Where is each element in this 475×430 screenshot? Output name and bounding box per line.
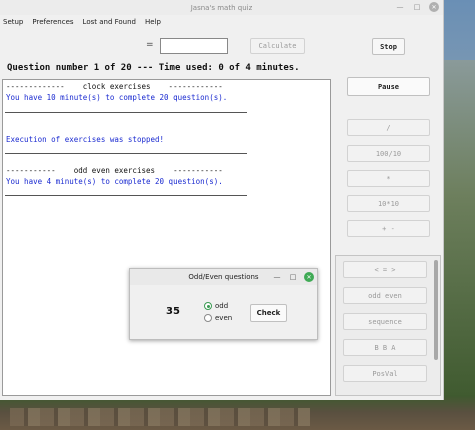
- exercise-panel: < = > odd even sequence B B A PosVal: [335, 255, 441, 396]
- question-number: 35: [166, 306, 180, 317]
- op-button-divide[interactable]: /: [347, 119, 430, 136]
- minimize-icon[interactable]: —: [395, 2, 405, 12]
- dialog-window-controls: — □ ✕: [272, 272, 314, 282]
- op-button-10x10[interactable]: 10*10: [347, 195, 430, 212]
- radio-selected-icon[interactable]: [204, 302, 212, 310]
- op-button-multiply[interactable]: *: [347, 170, 430, 187]
- minimize-icon[interactable]: —: [272, 272, 282, 282]
- radio-even[interactable]: even: [204, 314, 232, 322]
- menu-bar: Setup Preferences Lost and Found Help: [0, 15, 443, 29]
- status-line: Question number 1 of 20 --- Time used: 0…: [7, 63, 300, 73]
- toolbar: = Calculate Stop: [0, 37, 444, 55]
- exercise-bba-button[interactable]: B B A: [343, 339, 427, 356]
- odd-even-dialog: Odd/Even questions — □ ✕ 35 odd even Che…: [129, 268, 318, 340]
- radio-even-label: even: [215, 314, 233, 322]
- answer-input[interactable]: [160, 38, 228, 54]
- exercise-compare-button[interactable]: < = >: [343, 261, 427, 278]
- ruins-image: [10, 408, 310, 426]
- calculate-button[interactable]: Calculate: [250, 38, 305, 54]
- divider: [5, 195, 247, 196]
- title-bar: Jasna's math quiz — □ ✕: [0, 0, 443, 15]
- output-text-area[interactable]: ------------- clock exercises ----------…: [2, 79, 331, 396]
- maximize-icon[interactable]: □: [412, 2, 422, 12]
- menu-help[interactable]: Help: [145, 18, 161, 26]
- window-controls: — □ ✕: [395, 2, 439, 12]
- divider: [5, 153, 247, 154]
- menu-preferences[interactable]: Preferences: [32, 18, 73, 26]
- exercise-posval-button[interactable]: PosVal: [343, 365, 427, 382]
- menu-setup[interactable]: Setup: [3, 18, 23, 26]
- output-line: You have 10 minute(s) to complete 20 que…: [6, 93, 228, 102]
- op-button-plus-minus[interactable]: + -: [347, 220, 430, 237]
- radio-unselected-icon[interactable]: [204, 314, 212, 322]
- radio-odd[interactable]: odd: [204, 302, 228, 310]
- pause-button[interactable]: Pause: [347, 77, 430, 96]
- op-button-100-10[interactable]: 100/10: [347, 145, 430, 162]
- check-button[interactable]: Check: [250, 304, 287, 322]
- radio-odd-label: odd: [215, 302, 229, 310]
- dialog-title-bar: Odd/Even questions — □ ✕: [130, 269, 317, 285]
- menu-lost-and-found[interactable]: Lost and Found: [83, 18, 136, 26]
- close-icon[interactable]: ✕: [304, 272, 314, 282]
- maximize-icon[interactable]: □: [288, 272, 298, 282]
- window-title: Jasna's math quiz: [190, 3, 253, 12]
- equals-sign: =: [146, 40, 154, 50]
- close-icon[interactable]: ✕: [429, 2, 439, 12]
- main-window: Jasna's math quiz — □ ✕ Setup Preference…: [0, 0, 444, 400]
- exercise-sequence-button[interactable]: sequence: [343, 313, 427, 330]
- scrollbar[interactable]: [434, 260, 438, 360]
- dialog-title: Odd/Even questions: [188, 273, 259, 281]
- output-line: ------------- clock exercises ----------…: [6, 82, 223, 91]
- divider: [5, 112, 247, 113]
- output-line: ----------- odd even exercises ---------…: [6, 166, 223, 175]
- stop-button[interactable]: Stop: [372, 38, 405, 55]
- output-line: You have 4 minute(s) to complete 20 ques…: [6, 177, 223, 186]
- output-line: Execution of exercises was stopped!: [6, 135, 165, 144]
- exercise-odd-even-button[interactable]: odd even: [343, 287, 427, 304]
